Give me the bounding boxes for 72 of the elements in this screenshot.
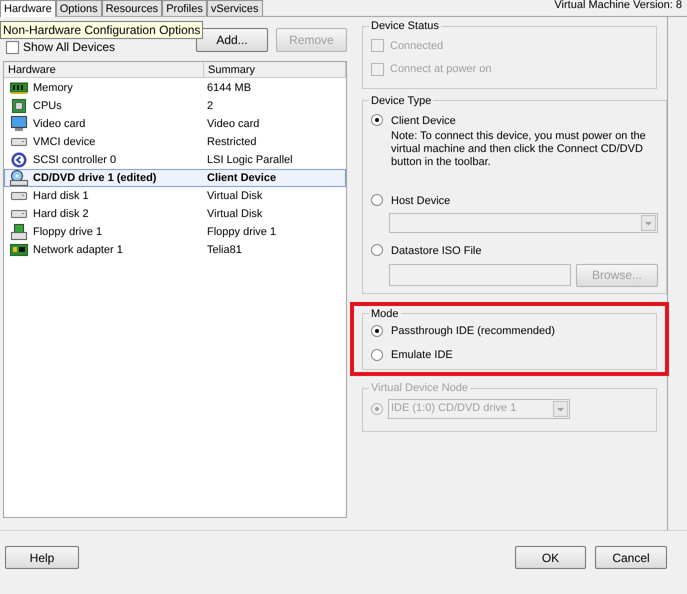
- table-row[interactable]: CPUs 2: [4, 97, 346, 115]
- tab[interactable]: Profiles: [162, 0, 207, 16]
- radio-button[interactable]: [371, 348, 383, 361]
- table-cell-text: LSI Logic Parallel: [207, 152, 293, 168]
- table-cell-text: Floppy drive 1: [207, 224, 276, 240]
- memory-chip-icon: [10, 82, 28, 94]
- drive-icon: [11, 137, 27, 147]
- table-cell-text: Memory: [33, 80, 74, 96]
- table-cell-text: SCSI controller 0: [33, 152, 118, 168]
- radio-button[interactable]: [371, 194, 383, 206]
- network-card-icon: [10, 244, 28, 256]
- table-row[interactable]: Hard disk 1 Virtual Disk: [4, 187, 346, 205]
- tab[interactable]: Options: [56, 0, 102, 16]
- radio-label: Client Device: [391, 114, 457, 129]
- disc-drive-icon: [10, 170, 28, 186]
- table-cell-text: Video card: [207, 116, 260, 132]
- push-button[interactable]: Cancel: [595, 546, 667, 569]
- radio-button[interactable]: [371, 244, 383, 256]
- table-cell-text: Virtual Disk: [207, 206, 262, 222]
- note-text: Note: To connect this device, you must power on the virtual machine and then click the Connect CD/DVD button in the toolbar.: [391, 130, 647, 170]
- table-cell-text: Network adapter 1: [33, 242, 124, 258]
- tab[interactable]: Resources: [102, 0, 162, 16]
- table-row[interactable]: Hard disk 2 Virtual Disk: [4, 205, 346, 223]
- table-cell-text: Hard disk 1: [33, 188, 90, 204]
- radio-label: Host Device: [391, 194, 450, 208]
- table-cell-text: CD/DVD drive 1 (edited): [33, 170, 158, 186]
- radio-label: Datastore ISO File: [391, 244, 482, 259]
- table-cell-text: CPUs: [33, 98, 63, 114]
- table-cell-text: Hard disk 2: [33, 206, 90, 222]
- tooltip: Non-Hardware Configuration Options: [0, 21, 204, 39]
- tab[interactable]: Hardware: [0, 0, 56, 17]
- table-row[interactable]: Network adapter 1 Telia81: [4, 241, 346, 259]
- group-title: Device Status: [370, 19, 440, 34]
- table-row[interactable]: CD/DVD drive 1 (edited) Client Device: [4, 169, 346, 187]
- group-title: Virtual Device Node: [370, 381, 470, 396]
- iso-file-field[interactable]: [389, 264, 571, 286]
- column-header[interactable]: Summary: [204, 62, 346, 77]
- column-header[interactable]: Hardware: [4, 62, 204, 77]
- checkbox[interactable]: [6, 40, 19, 54]
- drive-icon: [11, 191, 27, 201]
- table-cell-text: Video card: [33, 116, 86, 132]
- group-title: Mode: [370, 306, 400, 322]
- checkbox-label: Connect at power on: [390, 62, 492, 77]
- table-row[interactable]: Floppy drive 1 Floppy drive 1: [4, 223, 346, 241]
- radio-label: Emulate IDE: [391, 348, 453, 362]
- radio-label: Passthrough IDE (recommended): [391, 324, 555, 339]
- checkbox-label: Connected: [390, 38, 444, 54]
- radio-button[interactable]: [371, 114, 383, 126]
- chip-icon: [12, 99, 26, 113]
- table-row[interactable]: Memory 6144 MB: [4, 79, 346, 97]
- floppy-drive-icon: [11, 224, 27, 240]
- push-button[interactable]: Help: [5, 546, 79, 569]
- table-cell-text: Restricted: [207, 134, 257, 150]
- table-cell-text: Client Device: [207, 170, 276, 186]
- table-cell-text: 2: [207, 98, 214, 114]
- radio-button[interactable]: [371, 325, 383, 338]
- table-row[interactable]: SCSI controller 0 LSI Logic Parallel: [4, 151, 346, 169]
- group-title: Device Type: [370, 94, 432, 108]
- monitor-icon: [10, 116, 28, 132]
- table-cell-text: VMCI device: [33, 134, 96, 150]
- show-all-devices-label: Show All Devices: [23, 39, 116, 56]
- table-cell-text: Virtual Disk: [207, 188, 262, 204]
- table-cell-text: Telia81: [207, 242, 242, 258]
- tab[interactable]: vServices: [206, 0, 263, 16]
- table-row[interactable]: Video card Video card: [4, 115, 346, 133]
- table-cell-text: 6144 MB: [207, 80, 252, 96]
- push-button[interactable]: OK: [515, 546, 586, 569]
- table-cell-text: Floppy drive 1: [33, 224, 104, 240]
- host-device-dropdown[interactable]: [389, 213, 658, 233]
- arrow-disc-icon: [11, 152, 27, 168]
- drive-icon: [11, 209, 27, 219]
- table-row[interactable]: VMCI device Restricted: [4, 133, 346, 151]
